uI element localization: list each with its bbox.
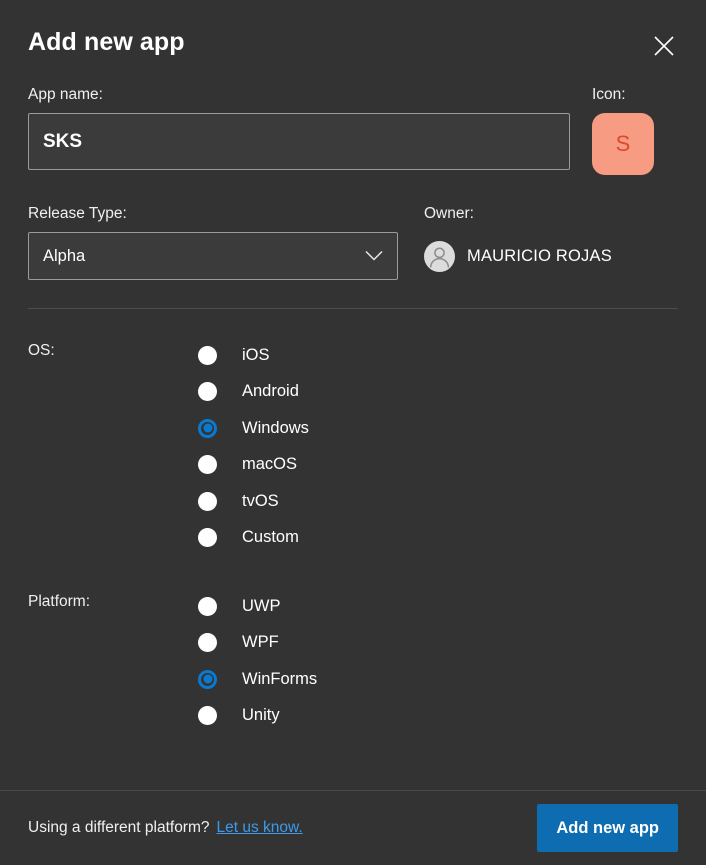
radio-icon bbox=[198, 633, 217, 653]
add-new-app-dialog: Add new app App name: Icon: S bbox=[0, 0, 706, 865]
person-avatar-icon bbox=[424, 240, 455, 272]
os-option-tvos[interactable]: tvOS bbox=[198, 483, 678, 520]
platform-option-unity[interactable]: Unity bbox=[198, 698, 678, 735]
radio-icon bbox=[198, 596, 217, 616]
os-label: OS: bbox=[28, 342, 55, 359]
platform-option-label: WinForms bbox=[242, 669, 318, 688]
platform-label: Platform: bbox=[28, 593, 91, 610]
section-divider bbox=[28, 308, 678, 309]
owner-value-row: MAURICIO ROJAS bbox=[424, 232, 678, 280]
radio-icon bbox=[198, 382, 217, 402]
platform-radio-group: Platform: UWP WPF WinForms Unity bbox=[28, 588, 678, 734]
app-name-row: App name: Icon: S bbox=[28, 86, 678, 175]
owner-name: MAURICIO ROJAS bbox=[467, 246, 612, 265]
release-type-value: Alpha bbox=[43, 246, 86, 265]
os-option-label: Custom bbox=[242, 528, 299, 547]
os-option-label: Android bbox=[242, 382, 299, 401]
radio-selected-icon bbox=[198, 669, 217, 689]
app-icon-letter: S bbox=[615, 131, 631, 156]
dialog-footer: Using a different platform? Let us know.… bbox=[0, 790, 706, 865]
radio-icon bbox=[198, 345, 217, 365]
dialog-header: Add new app bbox=[0, 0, 706, 86]
app-name-input[interactable] bbox=[28, 113, 570, 170]
release-type-label: Release Type: bbox=[28, 205, 127, 222]
platform-option-uwp[interactable]: UWP bbox=[198, 588, 678, 625]
platform-option-wpf[interactable]: WPF bbox=[198, 625, 678, 662]
app-icon-swatch[interactable]: S bbox=[592, 113, 654, 175]
os-option-custom[interactable]: Custom bbox=[198, 520, 678, 557]
os-option-ios[interactable]: iOS bbox=[198, 337, 678, 374]
close-button[interactable] bbox=[644, 26, 684, 66]
app-name-label: App name: bbox=[28, 86, 103, 103]
add-new-app-button[interactable]: Add new app bbox=[537, 804, 678, 852]
release-type-column: Release Type: Alpha bbox=[28, 205, 398, 280]
os-option-label: iOS bbox=[242, 345, 270, 364]
icon-column: Icon: S bbox=[592, 86, 654, 175]
platform-options-list: UWP WPF WinForms Unity bbox=[198, 588, 678, 734]
platform-option-label: WPF bbox=[242, 633, 279, 652]
page-title: Add new app bbox=[28, 28, 185, 56]
release-owner-row: Release Type: Alpha Owner: MAURICIO ROJA… bbox=[28, 205, 678, 280]
os-option-android[interactable]: Android bbox=[198, 374, 678, 411]
radio-selected-icon bbox=[198, 418, 217, 438]
os-option-label: macOS bbox=[242, 455, 298, 474]
app-name-column: App name: bbox=[28, 86, 570, 170]
platform-option-label: Unity bbox=[242, 706, 280, 725]
os-options-list: iOS Android Windows macOS tvOS Custom bbox=[198, 337, 678, 556]
os-option-macos[interactable]: macOS bbox=[198, 447, 678, 484]
os-radio-group: OS: iOS Android Windows macOS tvOS Custo… bbox=[28, 337, 678, 556]
platform-option-winforms[interactable]: WinForms bbox=[198, 661, 678, 698]
icon-label: Icon: bbox=[592, 86, 626, 103]
platform-option-label: UWP bbox=[242, 596, 281, 615]
radio-icon bbox=[198, 491, 217, 511]
owner-column: Owner: MAURICIO ROJAS bbox=[398, 205, 678, 280]
chevron-down-icon bbox=[365, 250, 383, 262]
os-option-label: Windows bbox=[242, 418, 309, 437]
os-option-windows[interactable]: Windows bbox=[198, 410, 678, 447]
radio-icon bbox=[198, 528, 217, 548]
dialog-body: App name: Icon: S Release Type: Alpha bbox=[0, 86, 706, 790]
os-option-label: tvOS bbox=[242, 491, 279, 510]
close-icon bbox=[653, 35, 675, 57]
let-us-know-link[interactable]: Let us know. bbox=[217, 819, 303, 837]
release-type-select[interactable]: Alpha bbox=[28, 232, 398, 280]
radio-icon bbox=[198, 706, 217, 726]
footer-text-group: Using a different platform? Let us know. bbox=[28, 819, 537, 837]
footer-question: Using a different platform? bbox=[28, 819, 210, 836]
radio-icon bbox=[198, 455, 217, 475]
owner-label: Owner: bbox=[424, 205, 474, 222]
